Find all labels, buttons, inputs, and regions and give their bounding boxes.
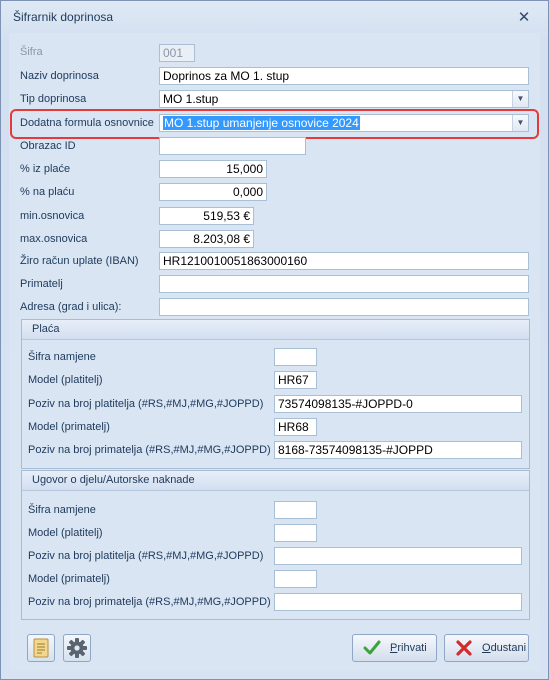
chevron-down-icon[interactable]: ▼ <box>512 91 528 107</box>
primatelj-label: Primatelj <box>20 278 63 290</box>
primatelj-field[interactable] <box>159 275 529 293</box>
iz-place-label: % iz plaće <box>20 163 71 175</box>
placa-poziv-platitelja-field[interactable]: 73574098135-#JOPPD-0 <box>274 395 522 413</box>
gear-icon <box>67 638 87 658</box>
placa-model-platitelj-label: Model (platitelj) <box>28 374 103 386</box>
ugovor-group-title: Ugovor o djelu/Autorske naknade <box>32 474 195 486</box>
ugovor-model-platitelj-label: Model (platitelj) <box>28 527 103 539</box>
min-osnovica-label: min.osnovica <box>20 210 85 222</box>
dodatna-dropdown[interactable]: MO 1.stup umanjenje osnovice 2024 ▼ <box>159 114 529 132</box>
max-osnovica-field[interactable]: 8.203,08 € <box>159 230 254 248</box>
ugovor-group: Ugovor o djelu/Autorske naknade Šifra na… <box>21 470 530 620</box>
ugovor-poziv-platitelja-field[interactable] <box>274 547 522 565</box>
cancel-button[interactable]: Odustani <box>444 634 529 662</box>
ugovor-poziv-primatelja-label: Poziv na broj primatelja (#RS,#MJ,#MG,#J… <box>28 596 271 608</box>
ugovor-model-primatelj-label: Model (primatelj) <box>28 573 110 585</box>
ugovor-model-primatelj-field[interactable] <box>274 570 317 588</box>
dodatna-label: Dodatna formula osnovnice <box>20 117 154 129</box>
placa-group-header: Plaća <box>22 320 529 340</box>
accept-label: Prihvati <box>390 642 427 654</box>
sifra-label: Šifra <box>20 46 43 58</box>
accept-button[interactable]: Prihvati <box>352 634 437 662</box>
placa-model-primatelj-label: Model (primatelj) <box>28 421 110 433</box>
adresa-field[interactable] <box>159 298 529 316</box>
placa-group: Plaća Šifra namjene Model (platitelj) HR… <box>21 319 530 469</box>
placa-model-platitelj-field[interactable]: HR67 <box>274 371 317 389</box>
ugovor-group-header: Ugovor o djelu/Autorske naknade <box>22 471 529 491</box>
min-osnovica-field[interactable]: 519,53 € <box>159 207 254 225</box>
naziv-label: Naziv doprinosa <box>20 70 99 82</box>
tip-value: MO 1.stup <box>163 92 219 106</box>
document-report-icon <box>33 638 49 658</box>
cancel-label: Odustani <box>482 642 527 654</box>
iz-place-field[interactable]: 15,000 <box>159 160 267 178</box>
adresa-label: Adresa (grad i ulica): <box>20 301 122 313</box>
ugovor-poziv-primatelja-field[interactable] <box>274 593 522 611</box>
placa-model-primatelj-field[interactable]: HR68 <box>274 418 317 436</box>
max-osnovica-label: max.osnovica <box>20 233 88 245</box>
naziv-field[interactable]: Doprinos za MO 1. stup <box>159 67 529 85</box>
sifra-field: 001 <box>159 44 195 62</box>
obrazac-field[interactable] <box>159 137 306 155</box>
na-placu-label: % na plaću <box>20 186 75 198</box>
placa-poziv-platitelja-label: Poziv na broj platitelja (#RS,#MJ,#MG,#J… <box>28 398 264 410</box>
report-button[interactable] <box>27 634 55 662</box>
ugovor-sifra-namjene-field[interactable] <box>274 501 317 519</box>
settings-button[interactable] <box>63 634 91 662</box>
placa-sifra-namjene-field[interactable] <box>274 348 317 366</box>
chevron-down-icon[interactable]: ▼ <box>512 115 528 131</box>
ugovor-sifra-namjene-label: Šifra namjene <box>28 504 96 516</box>
ugovor-poziv-platitelja-label: Poziv na broj platitelja (#RS,#MJ,#MG,#J… <box>28 550 264 562</box>
dodatna-value: MO 1.stup umanjenje osnovice 2024 <box>163 116 360 130</box>
dialog-client: Šifra 001 Naziv doprinosa Doprinos za MO… <box>9 33 540 671</box>
dialog-window: Šifrarnik doprinosa ✕ Šifra 001 Naziv do… <box>0 0 549 680</box>
iban-field[interactable]: HR1210010051863000160 <box>159 252 529 270</box>
placa-poziv-primatelja-label: Poziv na broj primatelja (#RS,#MJ,#MG,#J… <box>28 444 271 456</box>
title-bar: Šifrarnik doprinosa ✕ <box>1 1 548 33</box>
placa-sifra-namjene-label: Šifra namjene <box>28 351 96 363</box>
close-icon[interactable]: ✕ <box>515 9 533 27</box>
check-icon <box>363 640 381 655</box>
tip-label: Tip doprinosa <box>20 93 87 105</box>
obrazac-label: Obrazac ID <box>20 140 76 152</box>
na-placu-field[interactable]: 0,000 <box>159 183 267 201</box>
placa-poziv-primatelja-field[interactable]: 8168-73574098135-#JOPPD <box>274 441 522 459</box>
iban-label: Žiro račun uplate (IBAN) <box>20 255 139 267</box>
window-title: Šifrarnik doprinosa <box>13 10 114 24</box>
close-x-icon <box>456 640 472 656</box>
ugovor-model-platitelj-field[interactable] <box>274 524 317 542</box>
tip-dropdown[interactable]: MO 1.stup ▼ <box>159 90 529 108</box>
placa-group-title: Plaća <box>32 323 60 335</box>
